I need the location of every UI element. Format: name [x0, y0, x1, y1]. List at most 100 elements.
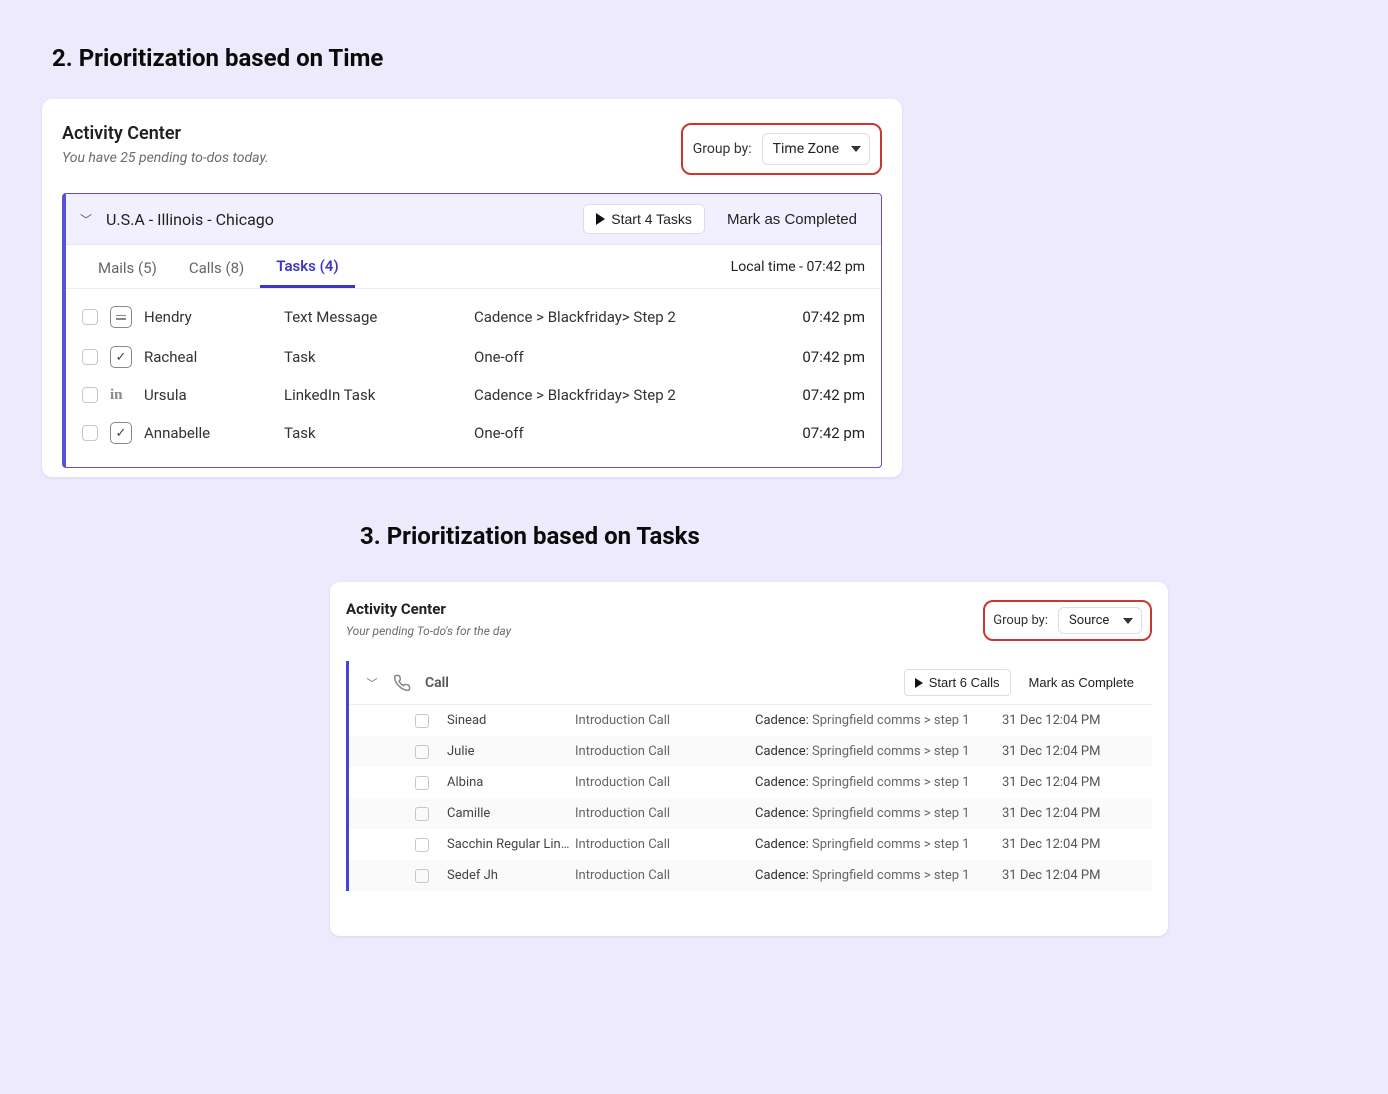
group-by-value: Time Zone — [773, 141, 839, 157]
task-time: 07:42 pm — [775, 348, 865, 366]
timestamp: 31 Dec 12:04 PM — [1002, 775, 1142, 790]
call-type: Introduction Call — [575, 744, 755, 759]
timestamp: 31 Dec 12:04 PM — [1002, 868, 1142, 883]
task-time: 07:42 pm — [775, 424, 865, 442]
table-row: Sacchin Regular Link... Introduction Cal… — [349, 829, 1152, 860]
row-checkbox[interactable] — [82, 309, 98, 325]
mark-completed-button[interactable]: Mark as Completed — [719, 205, 865, 234]
activity-center-card-tasks: Activity Center Your pending To-do's for… — [330, 582, 1168, 936]
contact-name: Julie — [435, 744, 575, 759]
row-checkbox[interactable] — [415, 714, 429, 728]
call-rows: Sinead Introduction Call Cadence: Spring… — [349, 705, 1152, 891]
row-checkbox[interactable] — [415, 838, 429, 852]
chevron-down-icon — [1123, 618, 1133, 624]
group-by-select[interactable]: Time Zone — [762, 133, 870, 165]
table-row: Albina Introduction Call Cadence: Spring… — [349, 767, 1152, 798]
tab-tasks[interactable]: Tasks (4) — [260, 245, 354, 288]
call-type: Introduction Call — [575, 775, 755, 790]
group-by-highlight: Group by: Source — [983, 600, 1152, 641]
task-type: LinkedIn Task — [284, 386, 474, 404]
chevron-down-icon — [851, 146, 861, 152]
cadence: Cadence: Springfield comms > step 1 — [755, 775, 1002, 790]
call-type: Introduction Call — [575, 713, 755, 728]
cadence: Cadence > Blackfriday> Step 2 — [474, 386, 775, 404]
card2-title: Activity Center — [346, 600, 511, 618]
section-2-heading: 2. Prioritization based on Time — [52, 44, 383, 72]
start-tasks-button[interactable]: Start 4 Tasks — [583, 204, 705, 234]
row-checkbox[interactable] — [415, 869, 429, 883]
chevron-down-icon[interactable]: ﹀ — [76, 211, 96, 228]
contact-name: Sinead — [435, 713, 575, 728]
tab-calls[interactable]: Calls (8) — [173, 247, 260, 287]
start-calls-button[interactable]: Start 6 Calls — [904, 669, 1011, 696]
chevron-down-icon[interactable]: ﹀ — [361, 675, 383, 691]
source-group-panel: ﹀ Call Start 6 Calls Mark as Complete Si… — [346, 661, 1152, 891]
timestamp: 31 Dec 12:04 PM — [1002, 744, 1142, 759]
cadence: Cadence: Springfield comms > step 1 — [755, 806, 1002, 821]
call-type: Introduction Call — [575, 868, 755, 883]
linkedin-icon: in — [110, 387, 144, 404]
mark-complete-button[interactable]: Mark as Complete — [1021, 670, 1142, 695]
cadence: Cadence: Springfield comms > step 1 — [755, 868, 1002, 883]
table-row: Annabelle Task One-off 07:42 pm — [82, 413, 865, 453]
cadence: Cadence: Springfield comms > step 1 — [755, 837, 1002, 852]
row-checkbox[interactable] — [415, 807, 429, 821]
timestamp: 31 Dec 12:04 PM — [1002, 806, 1142, 821]
task-type: Task — [284, 348, 474, 366]
group-by-highlight: Group by: Time Zone — [681, 123, 882, 175]
table-row: Hendry Text Message Cadence > Blackfrida… — [82, 297, 865, 337]
contact-name: Sedef Jh — [435, 868, 575, 883]
contact-name: Sacchin Regular Link... — [435, 837, 575, 852]
call-type: Introduction Call — [575, 837, 755, 852]
start-calls-label: Start 6 Calls — [929, 675, 1000, 690]
cadence: Cadence > Blackfriday> Step 2 — [474, 308, 775, 326]
timestamp: 31 Dec 12:04 PM — [1002, 837, 1142, 852]
cadence: Cadence: Springfield comms > step 1 — [755, 744, 1002, 759]
table-row: Racheal Task One-off 07:42 pm — [82, 337, 865, 377]
text-message-icon — [110, 306, 132, 328]
row-checkbox[interactable] — [82, 387, 98, 403]
group-by-label: Group by: — [693, 141, 752, 157]
card2-subtitle: Your pending To-do's for the day — [346, 624, 511, 638]
contact-name: Camille — [435, 806, 575, 821]
row-checkbox[interactable] — [82, 425, 98, 441]
group-name: U.S.A - Illinois - Chicago — [106, 210, 583, 229]
cadence: One-off — [474, 424, 775, 442]
group-by-label: Group by: — [993, 613, 1048, 628]
cadence: One-off — [474, 348, 775, 366]
table-row: Camille Introduction Call Cadence: Sprin… — [349, 798, 1152, 829]
table-row: Sinead Introduction Call Cadence: Spring… — [349, 705, 1152, 736]
task-type: Text Message — [284, 308, 474, 326]
group-name: Call — [425, 675, 904, 691]
task-time: 07:42 pm — [775, 386, 865, 404]
local-time-label: Local time - 07:42 pm — [731, 247, 865, 287]
card1-title: Activity Center — [62, 123, 269, 144]
play-icon — [596, 213, 605, 225]
table-row: in Ursula LinkedIn Task Cadence > Blackf… — [82, 377, 865, 413]
card1-subtitle: You have 25 pending to-dos today. — [62, 150, 269, 166]
task-check-icon — [110, 422, 132, 444]
group-by-select[interactable]: Source — [1058, 607, 1142, 634]
task-rows: Hendry Text Message Cadence > Blackfrida… — [66, 289, 881, 467]
table-row: Sedef Jh Introduction Call Cadence: Spri… — [349, 860, 1152, 891]
table-row: Julie Introduction Call Cadence: Springf… — [349, 736, 1152, 767]
task-time: 07:42 pm — [775, 308, 865, 326]
row-checkbox[interactable] — [415, 776, 429, 790]
tabs-row: Mails (5) Calls (8) Tasks (4) Local time… — [66, 245, 881, 289]
contact-name: Ursula — [144, 386, 284, 404]
timestamp: 31 Dec 12:04 PM — [1002, 713, 1142, 728]
task-type: Task — [284, 424, 474, 442]
row-checkbox[interactable] — [415, 745, 429, 759]
group-by-value: Source — [1069, 613, 1109, 628]
activity-center-card-time: Activity Center You have 25 pending to-d… — [42, 99, 902, 477]
cadence: Cadence: Springfield comms > step 1 — [755, 713, 1002, 728]
phone-icon — [393, 674, 411, 692]
section-3-heading: 3. Prioritization based on Tasks — [360, 522, 700, 550]
timezone-group-panel: ﹀ U.S.A - Illinois - Chicago Start 4 Tas… — [62, 193, 882, 468]
row-checkbox[interactable] — [82, 349, 98, 365]
contact-name: Racheal — [144, 348, 284, 366]
tab-mails[interactable]: Mails (5) — [82, 247, 173, 287]
task-check-icon — [110, 346, 132, 368]
play-icon — [915, 678, 923, 688]
call-type: Introduction Call — [575, 806, 755, 821]
